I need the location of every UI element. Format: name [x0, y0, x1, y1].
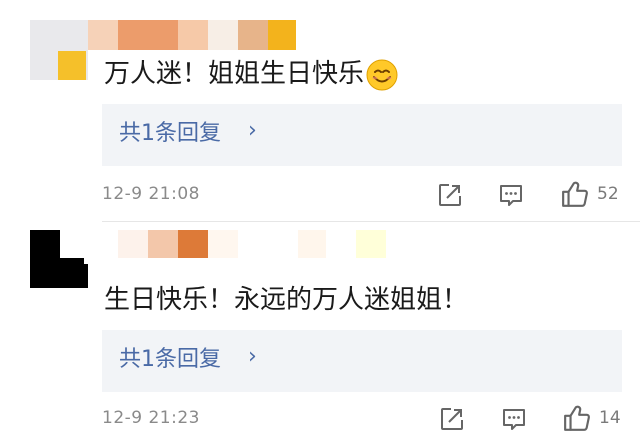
comment-text: 万人迷！姐姐生日快乐	[104, 58, 398, 91]
username-pixelated[interactable]	[88, 20, 296, 50]
comment-text: 生日快乐！永远的万人迷姐姐！	[104, 285, 469, 315]
reply-count-label: 共1条回复	[119, 121, 221, 146]
like-count: 14	[599, 408, 621, 428]
like-icon[interactable]	[561, 180, 589, 208]
like-icon[interactable]	[563, 404, 591, 432]
comment-time: 12-9 21:23	[102, 408, 200, 428]
smiling-face-icon	[366, 59, 398, 90]
share-icon[interactable]	[437, 182, 463, 208]
like-count: 52	[597, 184, 619, 204]
chevron-right-icon: ›	[248, 344, 257, 369]
avatar[interactable]	[30, 230, 92, 288]
share-icon[interactable]	[439, 406, 465, 432]
reply-count-label: 共1条回复	[119, 347, 221, 372]
chevron-right-icon: ›	[248, 118, 257, 143]
comment-divider	[102, 221, 640, 222]
username-pixelated[interactable]	[118, 230, 386, 258]
comment-icon[interactable]	[498, 182, 524, 208]
comment-time: 12-9 21:08	[102, 184, 200, 204]
reply-summary[interactable]: 共1条回复 ›	[102, 104, 622, 166]
reply-summary[interactable]: 共1条回复 ›	[102, 330, 622, 392]
avatar-badge	[58, 51, 86, 80]
comment-icon[interactable]	[501, 406, 527, 432]
